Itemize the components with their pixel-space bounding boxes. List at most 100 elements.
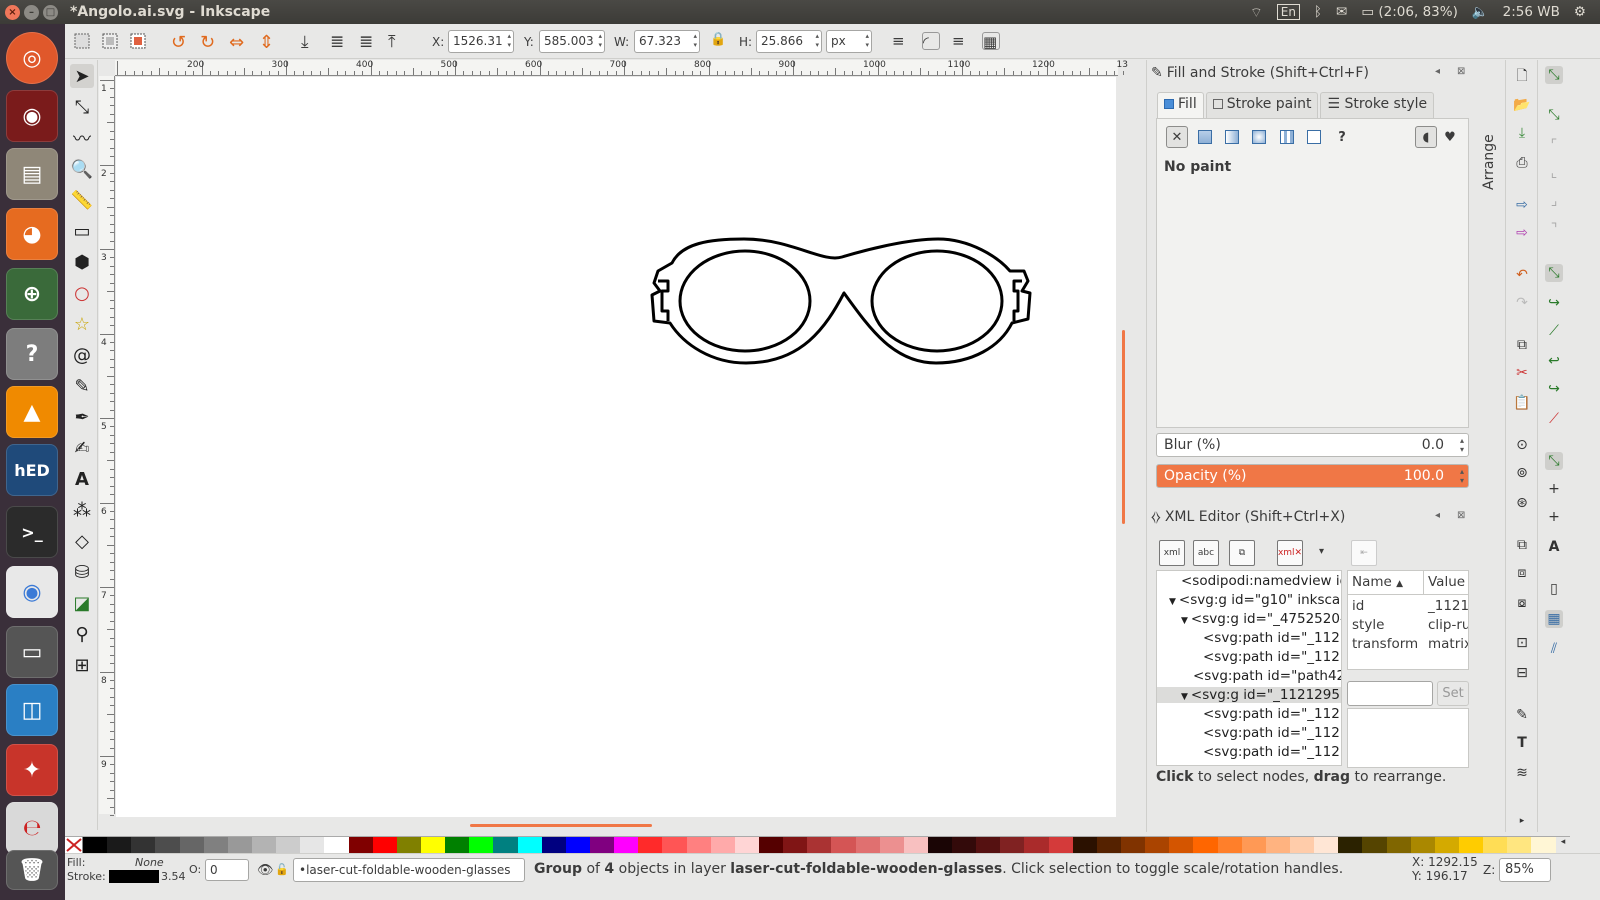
- rotate-cw-icon[interactable]: ↻: [200, 32, 218, 53]
- x-field[interactable]: 1526.31: [448, 30, 514, 53]
- color-swatch[interactable]: [1314, 837, 1339, 853]
- color-palette[interactable]: ◂: [65, 836, 1570, 853]
- cut-icon[interactable]: ✂: [1513, 364, 1531, 382]
- blur-field[interactable]: Blur (%) 0.0: [1156, 433, 1469, 457]
- color-swatch[interactable]: [614, 837, 639, 853]
- firefox-icon[interactable]: ◕: [6, 208, 58, 260]
- color-swatch[interactable]: [1169, 837, 1194, 853]
- open-file-icon[interactable]: 📂: [1513, 96, 1531, 114]
- attr-name[interactable]: id: [1352, 598, 1364, 614]
- print-icon[interactable]: ⎙: [1513, 154, 1531, 172]
- battery-indicator[interactable]: ▭ (2:06, 83%): [1361, 4, 1458, 20]
- snap-smooth-nodes-icon[interactable]: ↪: [1545, 380, 1563, 398]
- color-swatch[interactable]: [1241, 837, 1266, 853]
- bluetooth-icon[interactable]: ᛒ: [1314, 4, 1322, 20]
- eraser-tool-icon[interactable]: ◇: [70, 529, 94, 553]
- glasses-drawing[interactable]: [116, 77, 1116, 817]
- node-tool-icon[interactable]: ⤡: [70, 95, 94, 119]
- color-swatch[interactable]: [227, 837, 252, 853]
- lower-to-bottom-icon[interactable]: ⤓: [301, 32, 319, 52]
- new-text-node-button[interactable]: abc: [1193, 540, 1219, 566]
- color-swatch[interactable]: [155, 837, 180, 853]
- paint-bucket-tool-icon[interactable]: ⛁: [70, 560, 94, 584]
- layers-dialog-icon[interactable]: ≋: [1513, 764, 1531, 782]
- rotate-ccw-icon[interactable]: ↺: [171, 32, 189, 53]
- color-swatch[interactable]: [276, 837, 301, 853]
- connector-tool-icon[interactable]: ⊞: [70, 653, 94, 677]
- layer-visibility-eye-icon[interactable]: 👁: [257, 863, 274, 878]
- 3d-box-tool-icon[interactable]: ⬢: [70, 250, 94, 274]
- tweak-tool-icon[interactable]: 〰: [70, 126, 94, 150]
- unset-paint-button[interactable]: ?: [1331, 126, 1353, 148]
- snap-bbox-corners-icon[interactable]: ⌞: [1545, 164, 1563, 182]
- lock-ratio-icon[interactable]: 🔒: [710, 32, 728, 50]
- snap-bbox-icon[interactable]: ⤡: [1545, 106, 1563, 124]
- color-swatch[interactable]: [469, 837, 494, 853]
- drawing-canvas[interactable]: [116, 77, 1116, 817]
- color-swatch[interactable]: [1459, 837, 1484, 853]
- arrange-dock-tab[interactable]: Arrange: [1477, 60, 1502, 832]
- xml-node[interactable]: <svg:path id="_11212: [1203, 649, 1341, 665]
- snap-path-intersections-icon[interactable]: ⟋: [1545, 322, 1563, 340]
- help-icon[interactable]: ?: [6, 328, 58, 380]
- copy-icon[interactable]: ⧉: [1513, 336, 1531, 354]
- zoom-drawing-icon[interactable]: ⊚: [1513, 464, 1531, 482]
- import-icon[interactable]: ⇨: [1513, 196, 1531, 214]
- virtualbox-icon[interactable]: ◫: [6, 684, 58, 736]
- no-color-swatch[interactable]: [65, 837, 83, 853]
- snap-paths-icon[interactable]: ↪: [1545, 294, 1563, 312]
- color-swatch[interactable]: [807, 837, 832, 853]
- select-all-icon[interactable]: [73, 32, 91, 50]
- xml-node[interactable]: <sodipodi:namedview id: [1181, 573, 1341, 589]
- flip-vertical-icon[interactable]: ⇕: [259, 32, 277, 53]
- opacity-field[interactable]: Opacity (%) 100.0: [1156, 464, 1469, 488]
- color-swatch[interactable]: [589, 837, 615, 853]
- zoom-page-icon[interactable]: ⊛: [1513, 494, 1531, 512]
- color-swatch[interactable]: [976, 837, 1001, 853]
- color-swatch[interactable]: [1048, 837, 1073, 853]
- transform-gradients-icon[interactable]: ≡: [952, 32, 970, 50]
- attribute-value-textarea[interactable]: [1347, 708, 1469, 768]
- snap-guides-icon[interactable]: ⫽: [1545, 640, 1563, 658]
- horizontal-scroll-thumb[interactable]: [470, 824, 652, 827]
- unit-select[interactable]: px: [826, 30, 872, 53]
- rectangle-tool-icon[interactable]: ▭: [70, 219, 94, 243]
- wifi-icon[interactable]: ⌔: [1250, 4, 1263, 21]
- redo-icon[interactable]: ↷: [1513, 294, 1531, 312]
- raise-icon[interactable]: ≣: [359, 32, 377, 52]
- flat-color-button[interactable]: [1194, 126, 1216, 148]
- attr-name[interactable]: transform: [1352, 636, 1418, 652]
- unindent-node-button[interactable]: ⇤: [1351, 540, 1377, 566]
- selector-tool-icon[interactable]: ➤: [70, 64, 94, 88]
- radial-gradient-button[interactable]: [1248, 126, 1270, 148]
- dropper-tool-icon[interactable]: ⚲: [70, 622, 94, 646]
- layer-lock-icon[interactable]: 🔓: [275, 863, 289, 876]
- color-swatch[interactable]: [903, 837, 928, 853]
- color-swatch[interactable]: [1072, 837, 1097, 853]
- color-swatch[interactable]: [396, 837, 421, 853]
- stroke-width[interactable]: 3.54: [161, 870, 186, 883]
- set-attribute-button[interactable]: Set: [1437, 681, 1469, 706]
- color-swatch[interactable]: [783, 837, 808, 853]
- xml-dock-iconify-icon[interactable]: ◂: [1435, 510, 1440, 521]
- terminal-icon[interactable]: >_: [6, 506, 58, 558]
- color-swatch[interactable]: [831, 837, 856, 853]
- snap-nodes-icon[interactable]: ⤡: [1545, 264, 1563, 282]
- xml-node[interactable]: <svg:path id="_11212: [1203, 630, 1341, 646]
- scale-corners-icon[interactable]: ◜: [922, 32, 940, 51]
- save-icon[interactable]: ⤓: [1513, 124, 1531, 142]
- fill-rule-evenodd-button[interactable]: ◖: [1415, 126, 1437, 148]
- more-options-chevron-down-icon[interactable]: ▾: [1319, 546, 1324, 557]
- color-swatch[interactable]: [1217, 837, 1242, 853]
- calligraphy-tool-icon[interactable]: ✍: [70, 436, 94, 460]
- horizontal-scrollbar[interactable]: [116, 818, 1118, 832]
- ungroup-icon[interactable]: ⊟: [1513, 664, 1531, 682]
- color-swatch[interactable]: [1507, 837, 1532, 853]
- xml-node[interactable]: ▼ <svg:g id="g10" inkscape: [1169, 592, 1341, 608]
- clone-icon[interactable]: ⧈: [1513, 564, 1531, 582]
- zoom-field[interactable]: 85%: [1499, 858, 1551, 882]
- clock[interactable]: 2:56 WB: [1503, 4, 1560, 20]
- w-field[interactable]: 67.323: [634, 30, 700, 53]
- color-swatch[interactable]: [734, 837, 759, 853]
- color-swatch[interactable]: [1024, 837, 1049, 853]
